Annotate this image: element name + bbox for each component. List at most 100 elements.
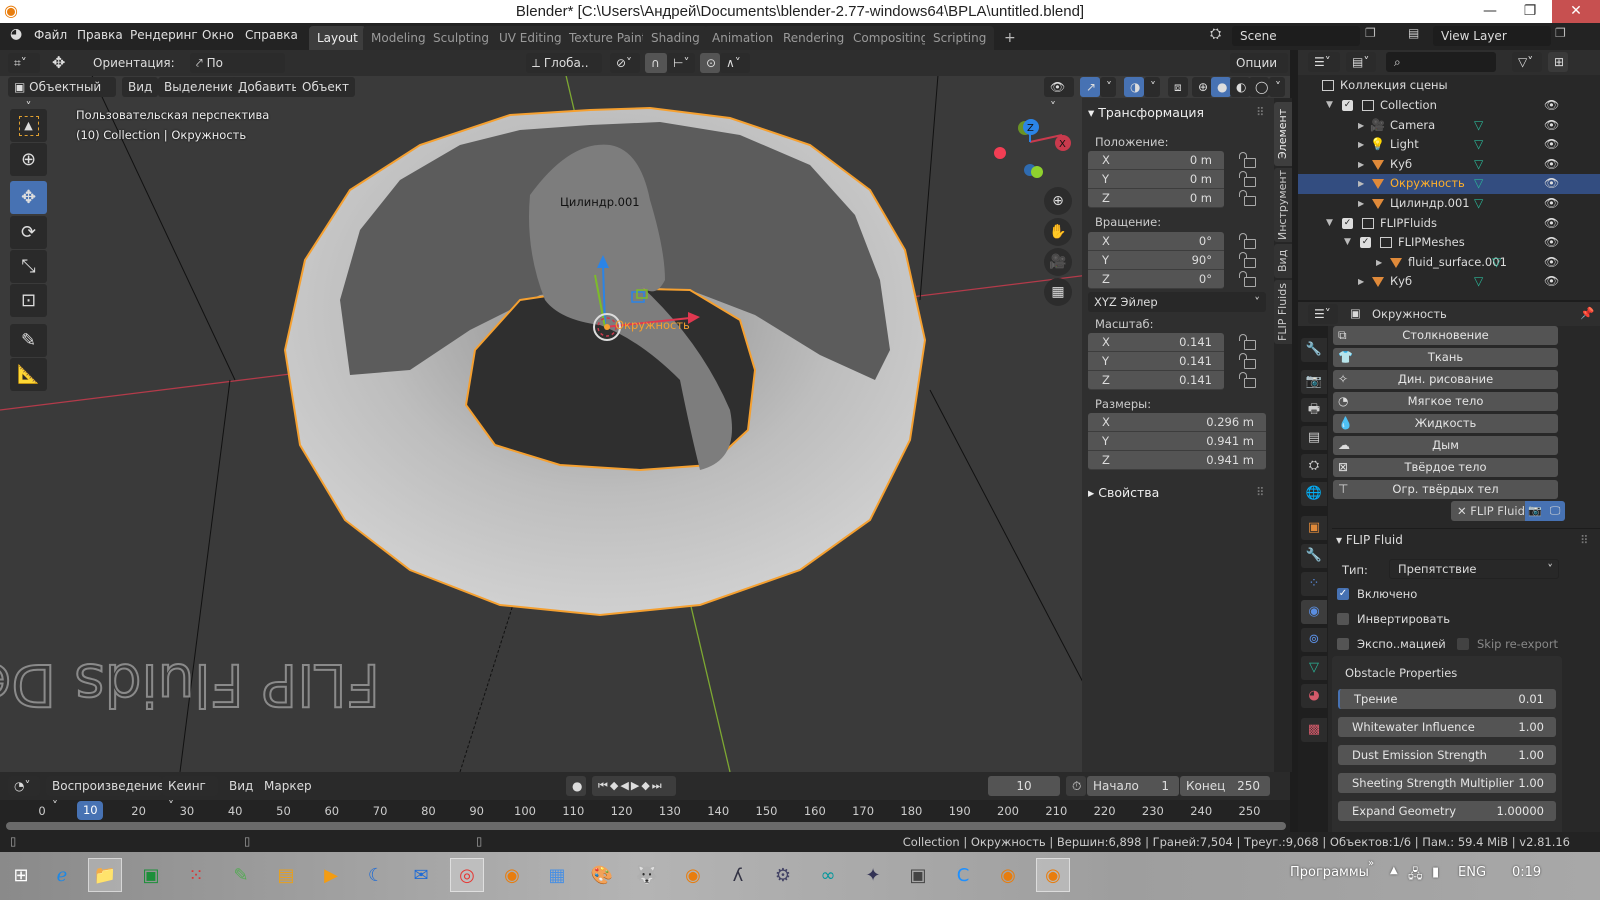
tab-scripting[interactable]: Scripting	[925, 26, 995, 50]
expand-arrow-icon[interactable]: ▶	[1358, 135, 1364, 155]
lock-icon[interactable]	[1239, 233, 1256, 249]
tab-world[interactable]: 🌐	[1301, 482, 1327, 506]
tab-modifiers[interactable]: 🔧	[1301, 544, 1327, 568]
prev-keyframe-icon[interactable]: ◆	[610, 779, 620, 792]
friction-slider[interactable]: Трение 0.01	[1338, 689, 1556, 709]
frame-start-field[interactable]: Начало 1	[1087, 776, 1179, 796]
tab-render[interactable]: 📷	[1301, 370, 1327, 394]
menu-help[interactable]: Справка	[245, 28, 298, 42]
menu-select[interactable]: Выделение	[158, 77, 242, 97]
tab-view[interactable]: Вид	[1274, 244, 1292, 278]
tab-output[interactable]: 🖶	[1301, 398, 1327, 422]
view-layer-filter-dropdown[interactable]: ▤˅	[1346, 52, 1376, 72]
physics-rigid-body-button[interactable]: ⊠ Твёрдое тело	[1333, 458, 1558, 477]
pan-view-button[interactable]: ✋	[1044, 218, 1072, 246]
xray-toggle[interactable]: ⧈	[1168, 77, 1188, 97]
editor-type-dropdown[interactable]: ◔˅	[8, 776, 40, 796]
tab-view-layer[interactable]: ▤	[1301, 426, 1327, 450]
orientation-dropdown[interactable]: ⤤ По умолча..	[190, 53, 285, 90]
expand-arrow-icon[interactable]: ▶	[1358, 155, 1364, 175]
toolbar-expand-icon[interactable]: »	[1368, 858, 1374, 869]
blender-icon[interactable]: ◉	[676, 858, 710, 892]
shading-rendered[interactable]: ◯	[1249, 77, 1269, 97]
visibility-eye-icon[interactable]: 👁	[1544, 155, 1559, 175]
include-checkbox[interactable]: ✓	[1360, 237, 1371, 249]
tab-scene[interactable]: ⛭	[1301, 454, 1327, 478]
tab-layout[interactable]: Layout	[309, 26, 366, 50]
physics-dynamic-paint-button[interactable]: ✧ Дин. рисование	[1333, 370, 1558, 389]
tool-transform[interactable]: ⊡	[10, 284, 47, 317]
rotation-mode-dropdown[interactable]: XYZ Эйлер ˅	[1088, 292, 1266, 312]
network-icon[interactable]: 🖧	[1408, 865, 1423, 887]
expand-arrow-icon[interactable]: ▶	[1358, 194, 1364, 214]
timeline-scrollbar[interactable]	[6, 822, 1286, 830]
new-collection-button[interactable]: ⊞	[1548, 52, 1568, 72]
tab-modeling[interactable]: Modeling	[363, 26, 434, 50]
drag-handle-icon[interactable]: ⠿	[1256, 485, 1264, 499]
outliner-item[interactable]: ▼ ✓ FLIPMeshes 👁	[1298, 233, 1600, 253]
frame-end-field[interactable]: Конец 250	[1180, 776, 1270, 796]
menu-file[interactable]: Файл	[34, 28, 67, 42]
tray-expand-icon[interactable]: ▲	[1390, 865, 1398, 876]
tab-shading[interactable]: Shading	[643, 26, 708, 50]
outliner-item[interactable]: ▼ ✓ FLIPFluids 👁	[1298, 214, 1600, 234]
skip-reexport-checkbox[interactable]	[1457, 638, 1469, 650]
menu-render[interactable]: Рендеринг	[130, 28, 198, 42]
notepad-icon[interactable]: ✎	[224, 858, 258, 892]
transform-space-dropdown[interactable]: ⟂ Глоба..	[526, 53, 602, 73]
rotation-y-field[interactable]: Y 90°	[1088, 251, 1224, 270]
camera-app-icon[interactable]: ▣	[901, 858, 935, 892]
tool-rotate[interactable]: ⟳	[10, 216, 47, 249]
lock-icon[interactable]	[1239, 190, 1256, 206]
programs-toolbar[interactable]: Программы	[1290, 865, 1369, 880]
new-view-layer-icon[interactable]: ❐	[1555, 26, 1566, 40]
drag-handle-icon[interactable]: ⠿	[1256, 105, 1264, 119]
scene-selector[interactable]: Scene	[1232, 26, 1360, 46]
tab-compositing[interactable]: Compositing	[845, 26, 937, 50]
include-checkbox[interactable]: ✓	[1342, 100, 1353, 111]
expand-arrow-icon[interactable]: ▶	[1358, 272, 1364, 292]
gizmo-dropdown[interactable]: ˅	[1100, 77, 1116, 97]
expand-geometry-slider[interactable]: Expand Geometry 1.00000	[1338, 801, 1556, 821]
playback-controls[interactable]: ⏮◆◀▶◆⏭	[592, 776, 676, 796]
visibility-eye-icon[interactable]: 👁	[1544, 253, 1559, 273]
drag-handle-icon[interactable]: ⠿	[1580, 533, 1588, 547]
location-z-field[interactable]: Z0 m	[1088, 189, 1224, 208]
scene-icon[interactable]: ⛭	[1210, 26, 1221, 42]
physics-rigid-constraint-button[interactable]: ⊤ Огр. твёрдых тел	[1333, 480, 1558, 499]
tab-material[interactable]: ◕	[1301, 684, 1327, 708]
outliner-scene-collection[interactable]: Коллекция сцены	[1298, 76, 1600, 96]
add-workspace-button[interactable]: +	[996, 26, 1024, 50]
menu-view[interactable]: Вид	[122, 77, 159, 97]
menu-object[interactable]: Объект	[296, 77, 355, 97]
expand-arrow-icon[interactable]: ▶	[1358, 174, 1364, 194]
mode-dropdown[interactable]: ▣ Объектный .. ˅	[8, 77, 116, 114]
tool-move[interactable]: ✥	[10, 181, 47, 214]
shading-dropdown[interactable]: ˅	[1269, 77, 1285, 97]
dimensions-y-field[interactable]: Y 0.941 m	[1088, 432, 1266, 451]
editor-type-dropdown[interactable]: ☰˅	[1308, 304, 1338, 324]
shading-wireframe[interactable]: ⊕	[1192, 77, 1212, 97]
next-keyframe-icon[interactable]: ◆	[641, 779, 651, 792]
dust-emission-strength-slider[interactable]: Dust Emission Strength 1.00	[1338, 745, 1556, 765]
scale-y-field[interactable]: Y 0.141	[1088, 352, 1224, 371]
tab-constraints[interactable]: ⊚	[1301, 628, 1327, 652]
blender-menu-icon[interactable]: ◕	[10, 26, 22, 42]
visibility-dropdown[interactable]: 👁˅	[1044, 77, 1074, 114]
menu-edit[interactable]: Правка	[77, 28, 123, 42]
properties-panel-header[interactable]: ▸ Свойства	[1088, 485, 1159, 500]
rotation-x-field[interactable]: X 0°	[1088, 232, 1224, 251]
outliner-search-input[interactable]: ⌕	[1386, 52, 1496, 72]
outliner-item[interactable]: ▶ Окружность ▽ 👁	[1298, 174, 1600, 194]
mesh-data-icon[interactable]: ▽	[1474, 174, 1483, 194]
viewport-toggle-monitor-icon[interactable]: 🖵	[1545, 501, 1565, 521]
outliner-item[interactable]: ▶ 💡 Light ▽ 👁	[1298, 135, 1600, 155]
lock-icon[interactable]	[1239, 171, 1256, 187]
mesh-data-icon[interactable]: ▽	[1474, 135, 1483, 155]
visibility-eye-icon[interactable]: 👁	[1544, 116, 1559, 136]
physics-cloth-button[interactable]: 👕 Ткань	[1333, 348, 1558, 367]
lock-icon[interactable]	[1239, 334, 1256, 350]
excel-icon[interactable]: ▣	[134, 858, 168, 892]
snap-toggle[interactable]: ∩	[645, 53, 667, 73]
camera-view-button[interactable]: 🎥	[1044, 248, 1072, 276]
